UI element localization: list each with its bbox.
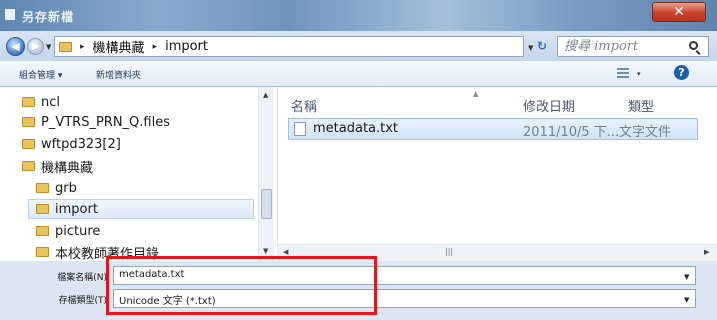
address-dropdown-icon[interactable]: ▼ xyxy=(528,44,533,52)
folder-icon xyxy=(22,117,35,127)
folder-icon xyxy=(36,247,49,257)
view-dropdown-icon[interactable]: ▾ xyxy=(637,70,641,78)
nav-item-label: wftpd323[2] xyxy=(41,136,121,152)
nav-item-label: 機構典藏 xyxy=(41,160,94,176)
view-options-icon[interactable] xyxy=(617,68,629,79)
navigation-pane: ncl P_VTRS_PRN_Q.files wftpd323[2] 機構典藏 … xyxy=(0,87,277,261)
close-button[interactable]: ✕ xyxy=(652,2,706,22)
nav-item-label: ncl xyxy=(41,94,60,110)
nav-item-jigou[interactable]: 機構典藏 xyxy=(22,156,93,176)
scroll-up-icon[interactable]: ▲ xyxy=(263,91,268,99)
nav-item-picture[interactable]: picture xyxy=(36,221,100,241)
search-icon[interactable] xyxy=(689,41,698,50)
file-name: metadata.txt xyxy=(313,121,399,136)
recent-locations-dropdown[interactable]: ▼ xyxy=(46,43,51,51)
refresh-icon[interactable]: ↻ xyxy=(537,39,547,53)
nav-vertical-scrollbar[interactable]: ▲ ▼ xyxy=(258,87,274,261)
nav-item-label: P_VTRS_PRN_Q.files xyxy=(41,114,170,130)
file-row[interactable]: metadata.txt 2011/10/5 下... 文字文件 xyxy=(288,118,698,140)
breadcrumb-separator-icon[interactable]: ▸ xyxy=(80,42,85,52)
organize-button[interactable]: 組合管理 ▾ xyxy=(19,68,62,81)
help-icon[interactable]: ? xyxy=(674,65,689,80)
breadcrumb-item-jigou[interactable]: 機構典藏 xyxy=(93,37,145,56)
filetype-value: Unicode 文字 (*.txt) xyxy=(119,296,216,307)
nav-item-ncl[interactable]: ncl xyxy=(22,92,60,112)
search-box[interactable] xyxy=(557,36,709,57)
nav-item-label: grb xyxy=(55,180,77,196)
folder-icon xyxy=(36,183,49,193)
nav-item-faculty-works[interactable]: 本校教師著作目錄 xyxy=(36,242,159,261)
text-file-icon xyxy=(294,122,306,136)
address-bar[interactable]: ▸ 機構典藏 ▸ import xyxy=(54,36,524,57)
folder-icon xyxy=(59,41,72,52)
filename-dropdown-icon[interactable]: ▼ xyxy=(684,273,689,281)
file-list-pane: 名稱 ▲ 修改日期 類型 metadata.txt 2011/10/5 下...… xyxy=(277,87,717,261)
dialog-icon xyxy=(4,8,16,21)
file-date: 2011/10/5 下... xyxy=(523,125,620,140)
file-type: 文字文件 xyxy=(619,125,672,140)
column-header-date[interactable]: 修改日期 xyxy=(523,96,575,115)
folder-icon xyxy=(22,139,35,149)
nav-item-label: picture xyxy=(55,223,101,239)
filetype-select[interactable]: Unicode 文字 (*.txt) ▼ xyxy=(113,289,696,308)
breadcrumb-item-import[interactable]: import xyxy=(165,39,208,54)
nav-item-label: import xyxy=(55,201,98,217)
nav-item-grb[interactable]: grb xyxy=(36,178,77,198)
search-input[interactable] xyxy=(564,38,682,55)
sort-indicator-icon: ▲ xyxy=(473,90,479,98)
command-toolbar: 組合管理 ▾ 新增資料夾 ▾ ? xyxy=(0,61,717,87)
save-options-panel: 檔案名稱(N): metadata.txt ▼ 存檔類型(T): Unicode… xyxy=(0,261,717,320)
dialog-title: 另存新檔 xyxy=(22,10,75,24)
folder-icon xyxy=(36,226,49,236)
new-folder-button[interactable]: 新增資料夾 xyxy=(96,68,141,81)
filename-label: 檔案名稱(N): xyxy=(57,273,110,283)
back-button[interactable]: ◀ xyxy=(6,37,25,56)
column-header-type[interactable]: 類型 xyxy=(628,96,654,115)
folder-icon xyxy=(22,97,35,107)
breadcrumb-separator-icon[interactable]: ▸ xyxy=(153,42,158,52)
breadcrumb: ▸ 機構典藏 ▸ import xyxy=(55,37,208,56)
filename-input[interactable]: metadata.txt ▼ xyxy=(113,266,696,285)
save-as-dialog: 另存新檔 ✕ ◀ ▶ ▼ ▸ 機構典藏 ▸ import ▼ ↻ 組合管理 ▾ … xyxy=(0,0,717,320)
filetype-label: 存檔類型(T): xyxy=(58,296,110,306)
scroll-grip-icon[interactable]: ||| xyxy=(445,247,453,256)
folder-icon xyxy=(36,204,49,214)
nav-item-import[interactable]: import xyxy=(28,199,254,219)
folder-icon xyxy=(22,161,35,171)
filename-value: metadata.txt xyxy=(119,269,185,280)
nav-item-wftpd[interactable]: wftpd323[2] xyxy=(22,134,121,154)
scroll-down-icon[interactable]: ▼ xyxy=(263,247,268,255)
scroll-right-icon[interactable]: ▶ xyxy=(704,248,709,256)
address-row: ◀ ▶ ▼ ▸ 機構典藏 ▸ import ▼ ↻ xyxy=(0,31,717,61)
nav-item-label: 本校教師著作目錄 xyxy=(55,246,160,262)
forward-button[interactable]: ▶ xyxy=(27,38,44,55)
filetype-dropdown-icon[interactable]: ▼ xyxy=(684,296,689,304)
scroll-left-icon[interactable]: ◀ xyxy=(283,248,288,256)
column-header-name[interactable]: 名稱 xyxy=(291,96,317,115)
file-horizontal-scrollbar[interactable]: ◀ ||| ▶ xyxy=(277,244,717,261)
nav-item-p-vtrs[interactable]: P_VTRS_PRN_Q.files xyxy=(22,112,170,132)
title-bar[interactable]: 另存新檔 ✕ xyxy=(0,0,717,31)
scroll-thumb[interactable] xyxy=(261,189,272,219)
